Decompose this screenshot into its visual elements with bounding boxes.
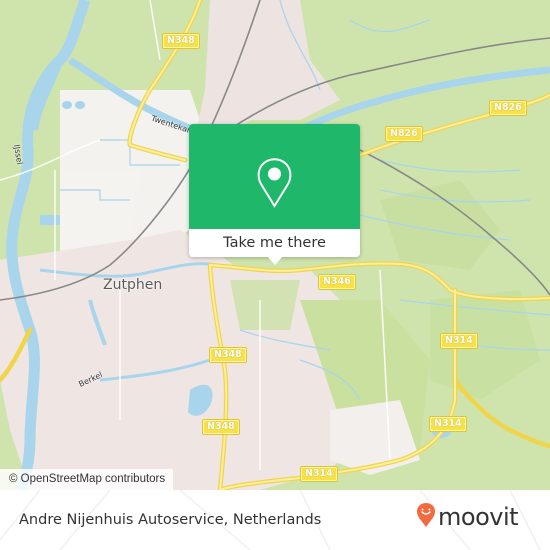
location-popup: Take me there [189,124,360,265]
road-shield-n314: N314 [430,417,466,431]
footer: Andre Nijenhuis Autoservice, Netherlands… [0,490,550,550]
city-label-zutphen: Zutphen [103,277,163,293]
moovit-logo[interactable]: moovit [416,502,519,532]
road-shield-n346: N346 [319,275,355,289]
road-shield-n348: N348 [163,34,199,48]
road-shield-n314: N314 [301,467,337,481]
road-shield-n348: N348 [210,348,246,362]
moovit-pin-icon [416,502,436,532]
map-attribution[interactable]: © OpenStreetMap contributors [0,469,174,490]
place-name: Andre Nijenhuis Autoservice, Netherlands [19,512,322,528]
road-shield-n314: N314 [441,334,477,348]
road-shield-n826: N826 [490,101,526,115]
popup-pointer [267,256,283,265]
moovit-wordmark: moovit [438,503,519,531]
popup-header [189,124,360,229]
map[interactable]: Zutphen IJssel Berkel Twentekanaal N348 … [0,0,550,490]
road-shield-n348: N348 [203,420,239,434]
road-shield-n826: N826 [386,127,422,141]
take-me-there-button[interactable]: Take me there [189,229,360,257]
